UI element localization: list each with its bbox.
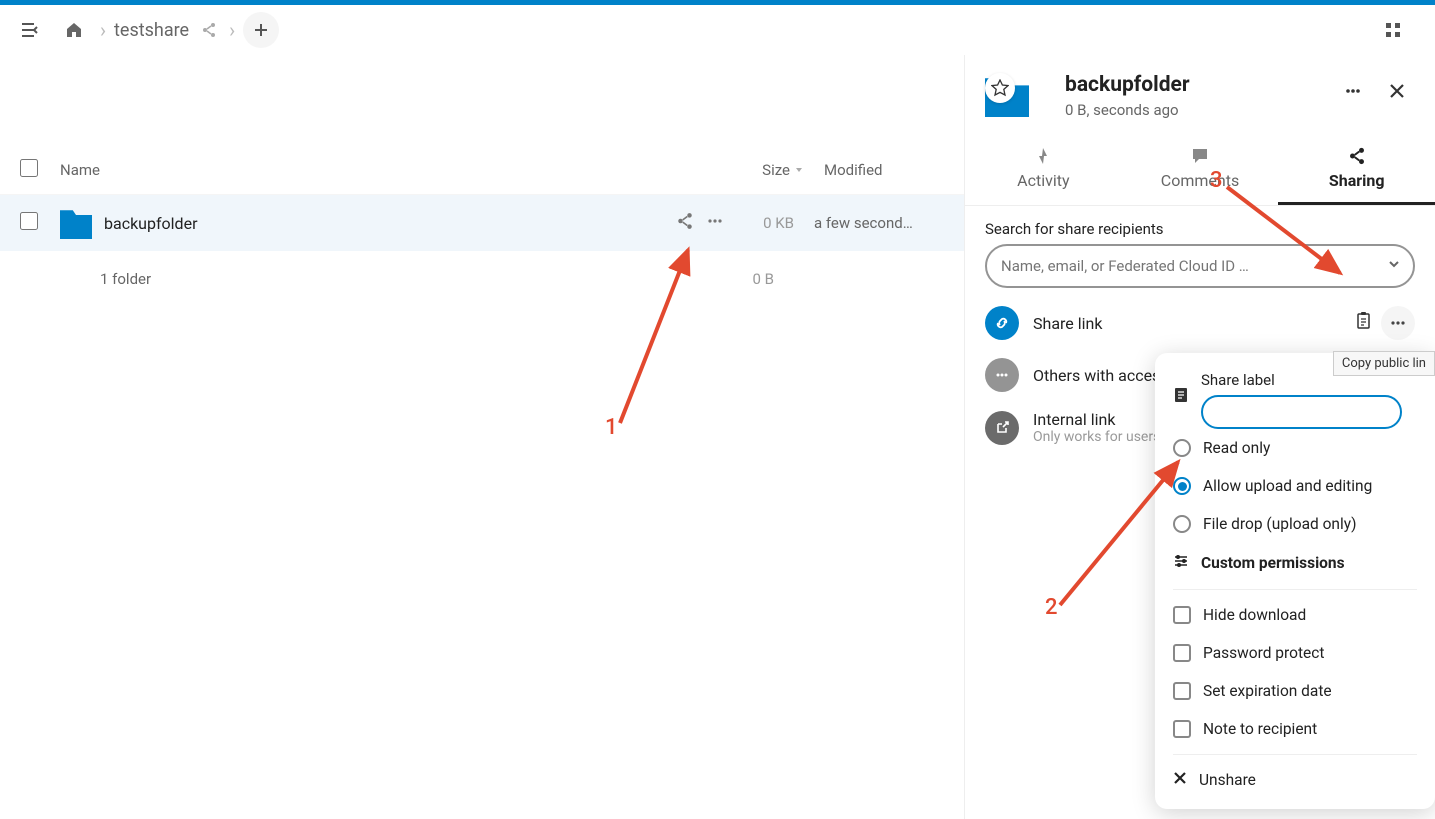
close-icon[interactable] [1379,73,1415,109]
copy-link-tooltip: Copy public lin [1333,351,1435,376]
tab-comments[interactable]: Comments [1122,135,1279,205]
breadcrumb: testshare › [114,12,1367,48]
details-sidebar: backupfolder 0 B, seconds ago Activity C… [965,55,1435,819]
list-header: Name Size Modified [0,145,964,195]
radio-icon[interactable] [1173,515,1191,533]
home-icon[interactable] [56,12,92,48]
permission-read-only[interactable]: Read only [1173,429,1417,467]
option-hide-download[interactable]: Hide download [1173,596,1417,634]
note-icon [1173,387,1189,407]
tab-sharing[interactable]: Sharing [1278,135,1435,205]
permission-file-drop[interactable]: File drop (upload only) [1173,505,1417,543]
row-share-icon[interactable] [676,212,694,234]
share-link-label: Share link [1033,314,1102,333]
file-list: Name Size Modified backupfolder 0 KB a f… [0,55,965,819]
breadcrumb-separator: › [100,18,106,42]
permission-allow-upload[interactable]: Allow upload and editing [1173,467,1417,505]
clipboard-icon[interactable] [1353,311,1373,335]
link-icon [985,306,1019,340]
internal-link-label: Internal link [1033,410,1174,429]
summary-count: 1 folder [100,270,151,288]
breadcrumb-location[interactable]: testshare [114,20,189,41]
table-row[interactable]: backupfolder 0 KB a few second… [0,195,964,251]
sidebar-subtitle: 0 B, seconds ago [1065,101,1190,119]
close-icon [1173,771,1187,789]
share-link-more-icon[interactable] [1381,306,1415,340]
unshare-button[interactable]: Unshare [1173,761,1417,799]
file-size: 0 KB [724,214,794,232]
more-icon [985,358,1019,392]
breadcrumb-separator: › [229,18,235,42]
add-button[interactable] [243,12,279,48]
option-password-protect[interactable]: Password protect [1173,634,1417,672]
header-bar: › testshare › [0,5,1435,55]
sidebar-more-icon[interactable] [1335,73,1371,109]
column-modified[interactable]: Modified [804,161,944,179]
sidebar-tabs: Activity Comments Sharing [965,135,1435,206]
tab-activity[interactable]: Activity [965,135,1122,205]
internal-link-sub: Only works for users w [1033,429,1174,445]
checkbox-icon[interactable] [1173,720,1191,738]
radio-icon[interactable] [1173,477,1191,495]
checkbox-icon[interactable] [1173,682,1191,700]
popup-divider [1173,589,1417,590]
share-settings-popup: Share label Read only Allow upload and e… [1155,353,1435,809]
others-access-label: Others with access [1033,366,1169,385]
external-link-icon [985,411,1019,445]
search-recipients-label: Search for share recipients [985,220,1415,238]
checkbox-icon[interactable] [1173,644,1191,662]
column-name[interactable]: Name [60,161,704,179]
share-label-input[interactable] [1201,395,1402,429]
option-note[interactable]: Note to recipient [1173,710,1417,748]
sidebar-header: backupfolder 0 B, seconds ago [965,55,1435,131]
search-recipients-input[interactable] [985,244,1415,288]
list-summary: 1 folder 0 B [0,251,964,307]
view-grid-icon[interactable] [1375,12,1411,48]
radio-icon[interactable] [1173,439,1191,457]
share-icon[interactable] [197,18,221,42]
folder-icon [60,207,92,239]
row-more-icon[interactable] [706,212,724,234]
file-name[interactable]: backupfolder [104,214,676,233]
popup-divider [1173,754,1417,755]
tune-icon [1173,553,1189,573]
column-size[interactable]: Size [704,161,804,179]
option-expiration[interactable]: Set expiration date [1173,672,1417,710]
sidebar-title: backupfolder [1065,73,1190,97]
file-modified: a few second… [794,214,944,232]
share-link-item: Share link [985,306,1415,340]
chevron-down-icon[interactable] [1387,256,1401,275]
favorite-star-icon[interactable] [985,73,1015,103]
custom-permissions[interactable]: Custom permissions [1173,543,1417,583]
summary-size: 0 B [753,270,775,288]
row-checkbox[interactable] [20,212,38,230]
main-area: Name Size Modified backupfolder 0 KB a f… [0,55,1435,819]
select-all-checkbox[interactable] [20,159,38,177]
menu-toggle-icon[interactable] [12,12,48,48]
checkbox-icon[interactable] [1173,606,1191,624]
